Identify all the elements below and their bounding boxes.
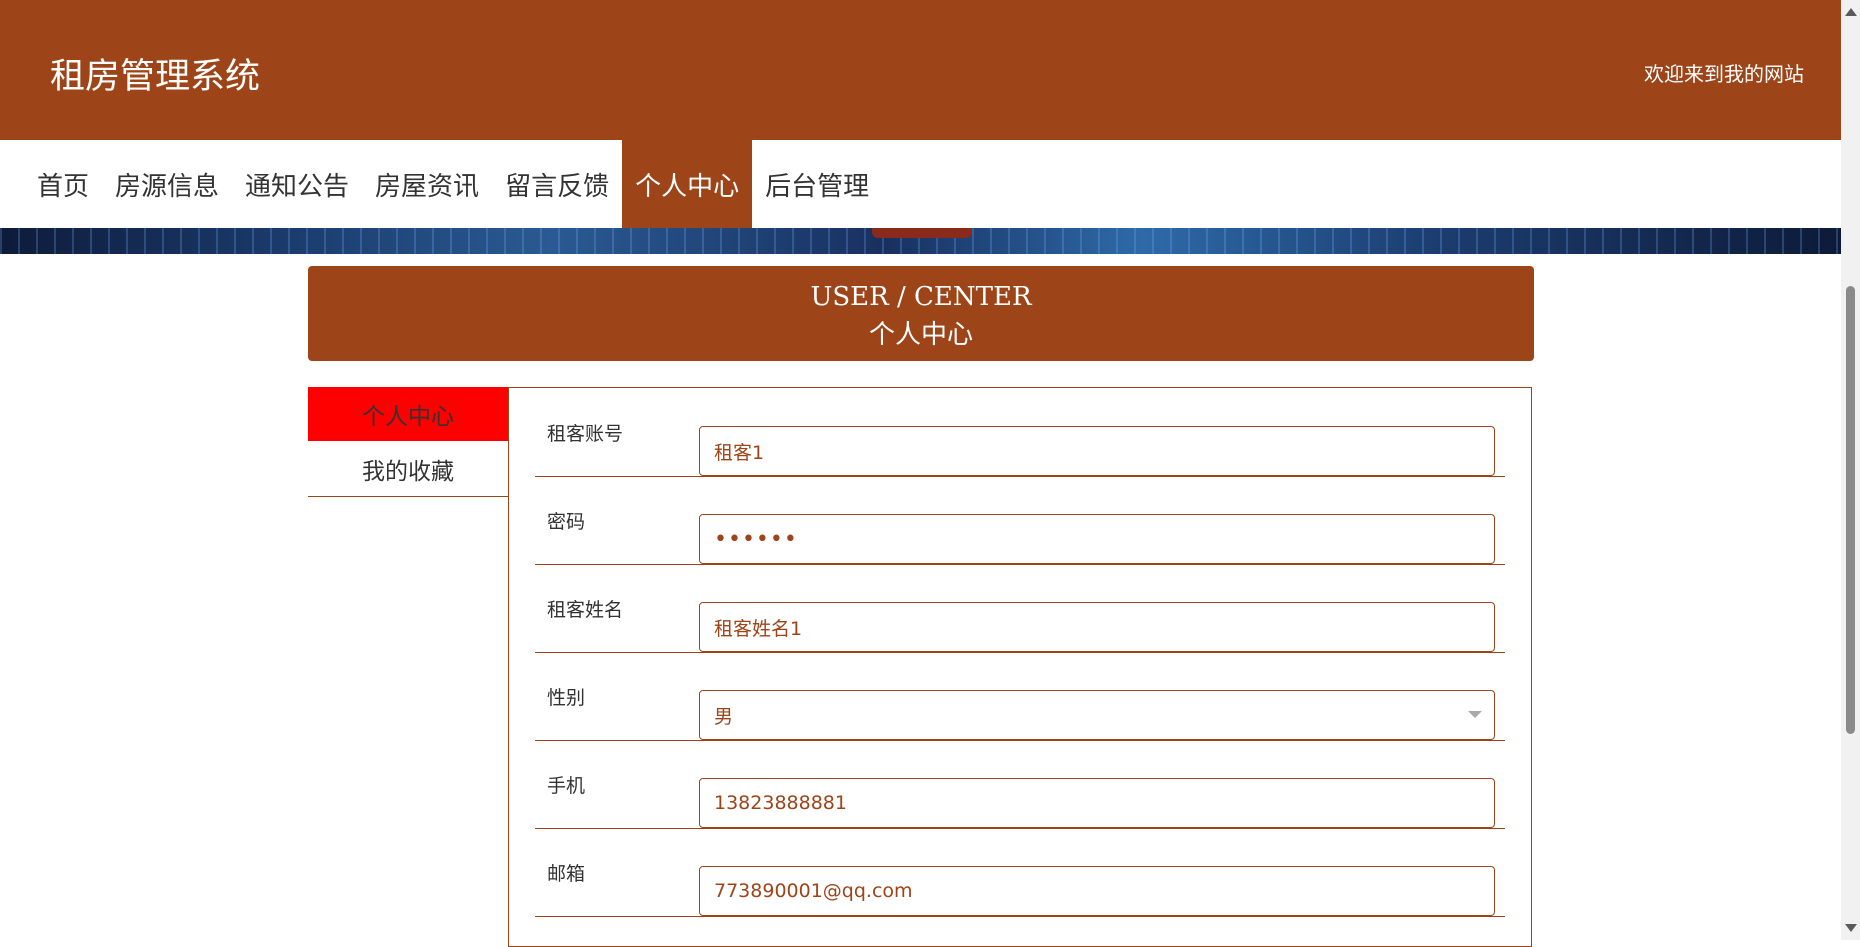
form-row-account: 租客账号 租客1 xyxy=(535,388,1505,477)
nav-item-user-center[interactable]: 个人中心 xyxy=(622,140,753,228)
account-input[interactable]: 租客1 xyxy=(699,426,1495,476)
chevron-down-icon xyxy=(1468,711,1482,718)
page-scrollbar[interactable] xyxy=(1841,0,1860,940)
nav-item-notices[interactable]: 通知公告 xyxy=(232,140,362,228)
name-input[interactable]: 租客姓名1 xyxy=(699,602,1495,652)
name-label: 租客姓名 xyxy=(547,598,624,621)
form-row-name: 租客姓名 租客姓名1 xyxy=(535,564,1505,653)
section-title-en: USER / CENTER xyxy=(810,282,1032,312)
nav-item-home[interactable]: 首页 xyxy=(0,140,102,228)
form-row-password: 密码 •••••• xyxy=(535,476,1505,565)
password-input[interactable]: •••••• xyxy=(699,514,1495,564)
scroll-up-icon[interactable] xyxy=(1845,8,1857,16)
form-row-email: 邮箱 773890001@qq.com xyxy=(535,828,1505,917)
nav-item-feedback[interactable]: 留言反馈 xyxy=(492,140,622,228)
site-title: 租房管理系统 xyxy=(50,57,261,97)
email-input[interactable]: 773890001@qq.com xyxy=(699,866,1495,916)
gender-select[interactable]: 男 xyxy=(699,690,1495,740)
form-row-gender: 性别 男 xyxy=(535,652,1505,741)
password-label: 密码 xyxy=(547,510,586,533)
nav-item-listings[interactable]: 房源信息 xyxy=(102,140,232,228)
welcome-text: 欢迎来到我的网站 xyxy=(1644,62,1804,86)
gender-label: 性别 xyxy=(547,686,586,709)
account-label: 租客账号 xyxy=(547,422,624,445)
phone-input[interactable]: 13823888881 xyxy=(699,778,1495,828)
form-row-phone: 手机 13823888881 xyxy=(535,740,1505,829)
site-header: 租房管理系统 欢迎来到我的网站 xyxy=(0,0,1841,140)
side-menu: 个人中心 我的收藏 xyxy=(308,387,508,497)
side-item-favorites[interactable]: 我的收藏 xyxy=(308,441,508,497)
section-header: USER / CENTER 个人中心 xyxy=(308,266,1534,361)
banner-image xyxy=(0,228,1841,254)
side-item-user-center[interactable]: 个人中心 xyxy=(308,387,508,441)
profile-form: 租客账号 租客1 密码 •••••• 租客姓名 租客姓名1 性别 男 手机 13… xyxy=(508,387,1532,947)
gender-value: 男 xyxy=(714,705,734,728)
main-nav: 首页 房源信息 通知公告 房屋资讯 留言反馈 个人中心 后台管理 xyxy=(0,140,1841,228)
banner-decoration xyxy=(872,228,972,238)
section-title-cn: 个人中心 xyxy=(868,320,973,350)
phone-label: 手机 xyxy=(547,774,586,797)
nav-item-news[interactable]: 房屋资讯 xyxy=(362,140,492,228)
scroll-down-icon[interactable] xyxy=(1845,924,1857,932)
scrollbar-thumb[interactable] xyxy=(1846,286,1855,734)
email-label: 邮箱 xyxy=(547,862,586,885)
nav-item-admin[interactable]: 后台管理 xyxy=(752,140,882,228)
